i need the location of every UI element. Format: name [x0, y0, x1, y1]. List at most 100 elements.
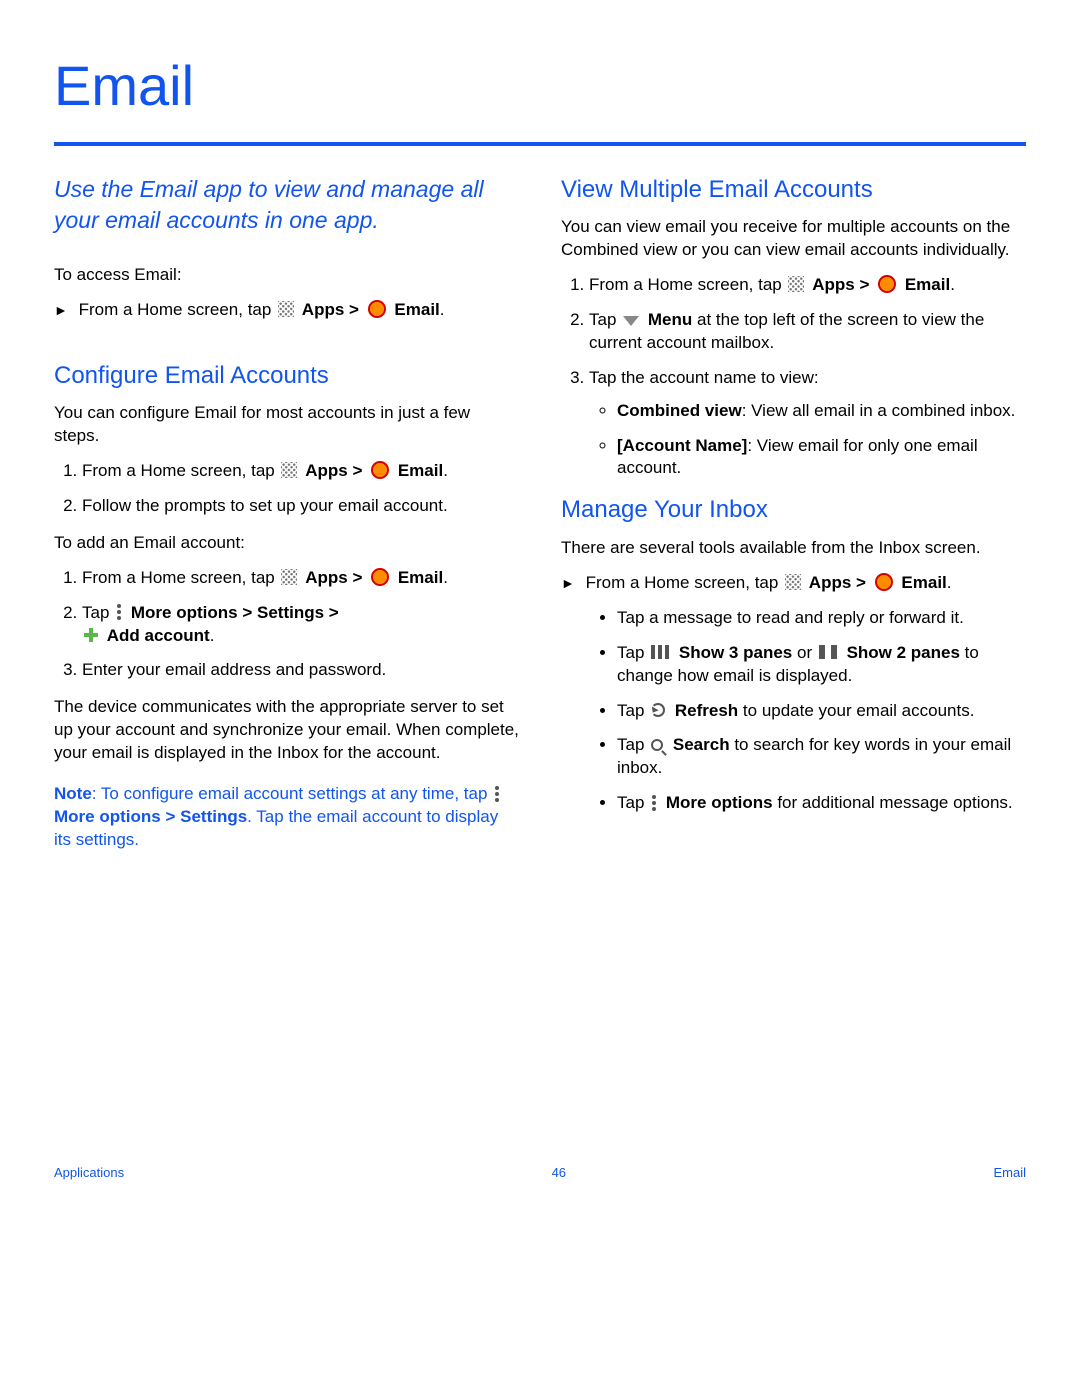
list-item: Enter your email address and password.	[82, 659, 519, 682]
apps-label: Apps	[302, 300, 345, 319]
email-label: Email	[394, 300, 439, 319]
gt: >	[859, 275, 874, 294]
apps-label: Apps	[809, 573, 852, 592]
text: Tap	[617, 735, 649, 754]
note-text-a: : To configure email account settings at…	[92, 784, 492, 803]
show-3-panes-label: Show 3 panes	[679, 643, 792, 662]
text: Tap the account name to view:	[589, 368, 819, 387]
text: From a Home screen, tap	[79, 300, 276, 319]
text: From a Home screen, tap	[82, 568, 279, 587]
text: Tap	[617, 793, 649, 812]
more-options-icon	[652, 795, 656, 811]
plus-icon	[84, 628, 98, 642]
apps-grid-icon	[788, 276, 804, 292]
configure-intro: You can configure Email for most account…	[54, 402, 519, 448]
configure-heading: Configure Email Accounts	[54, 360, 519, 392]
view-heading: View Multiple Email Accounts	[561, 174, 1026, 206]
list-item: Tap a message to read and reply or forwa…	[617, 607, 1026, 630]
email-label: Email	[901, 573, 946, 592]
two-panes-icon	[819, 645, 837, 659]
period: .	[947, 573, 952, 592]
email-label: Email	[398, 568, 443, 587]
footer-left: Applications	[54, 1164, 124, 1182]
email-app-icon	[368, 300, 386, 318]
text: Tap	[82, 603, 114, 622]
add-account-label-inline: Add account	[107, 626, 210, 645]
period: .	[210, 626, 215, 645]
device-paragraph: The device communicates with the appropr…	[54, 696, 519, 765]
list-item: Tap Search to search for key words in yo…	[617, 734, 1026, 780]
list-item: Tap the account name to view: Combined v…	[589, 367, 1026, 481]
title-rule	[54, 142, 1026, 146]
settings-label: Settings	[257, 603, 324, 622]
period: .	[440, 300, 445, 319]
apps-label: Apps	[812, 275, 855, 294]
right-column: View Multiple Email Accounts You can vie…	[561, 174, 1026, 864]
refresh-icon	[651, 703, 665, 717]
play-bullet-icon: ►	[561, 574, 575, 593]
list-item: Tap More options for additional message …	[617, 792, 1026, 815]
play-bullet-icon: ►	[54, 301, 68, 320]
manage-heading: Manage Your Inbox	[561, 494, 1026, 526]
more-options-label: More options	[666, 793, 773, 812]
gt: >	[352, 568, 367, 587]
list-item: Combined view: View all email in a combi…	[617, 400, 1026, 423]
email-label: Email	[398, 461, 443, 480]
note-label: Note	[54, 784, 92, 803]
list-item: From a Home screen, tap Apps > Email.	[82, 460, 519, 483]
more-options-icon	[495, 786, 499, 802]
account-name-label: [Account Name]	[617, 436, 747, 455]
gt: >	[165, 807, 180, 826]
text: Tap	[617, 643, 649, 662]
combined-view-label: Combined view	[617, 401, 742, 420]
view-intro: You can view email you receive for multi…	[561, 216, 1026, 262]
list-item: Follow the prompts to set up your email …	[82, 495, 519, 518]
intro-text: Use the Email app to view and manage all…	[54, 174, 519, 236]
period: .	[950, 275, 955, 294]
dropdown-menu-icon	[623, 316, 639, 326]
access-label: To access Email:	[54, 264, 519, 287]
period: .	[443, 568, 448, 587]
apps-grid-icon	[278, 301, 294, 317]
more-options-label: More options	[54, 807, 161, 826]
view-steps: From a Home screen, tap Apps > Email. Ta…	[561, 274, 1026, 481]
text: From a Home screen, tap	[82, 461, 279, 480]
footer-page-number: 46	[552, 1164, 566, 1182]
period: .	[443, 461, 448, 480]
gt: >	[352, 461, 367, 480]
list-item: Tap Menu at the top left of the screen t…	[589, 309, 1026, 355]
text: or	[797, 643, 817, 662]
menu-label: Menu	[648, 310, 692, 329]
text: Tap	[617, 701, 649, 720]
list-item: Tap More options > Settings > Add accoun…	[82, 602, 519, 648]
page-title: Email	[54, 48, 1026, 124]
list-item: Tap Show 3 panes or Show 2 panes to chan…	[617, 642, 1026, 688]
apps-label: Apps	[305, 568, 348, 587]
search-icon	[651, 739, 663, 751]
text: : View all email in a combined inbox.	[742, 401, 1016, 420]
three-panes-icon	[651, 645, 669, 659]
text: to update your email accounts.	[743, 701, 975, 720]
footer-right: Email	[993, 1164, 1026, 1182]
text: From a Home screen, tap	[586, 573, 783, 592]
apps-grid-icon	[785, 574, 801, 590]
content-columns: Use the Email app to view and manage all…	[54, 174, 1026, 864]
list-item: From a Home screen, tap Apps > Email.	[82, 567, 519, 590]
note-paragraph: Note: To configure email account setting…	[54, 783, 519, 852]
access-step: ► From a Home screen, tap Apps > Email.	[54, 299, 519, 322]
list-item: [Account Name]: View email for only one …	[617, 435, 1026, 481]
apps-label: Apps	[305, 461, 348, 480]
email-app-icon	[371, 461, 389, 479]
text: From a Home screen, tap	[589, 275, 786, 294]
email-label: Email	[905, 275, 950, 294]
gt: >	[856, 573, 871, 592]
show-2-panes-label: Show 2 panes	[847, 643, 960, 662]
manage-bullets: Tap a message to read and reply or forwa…	[561, 607, 1026, 816]
email-app-icon	[878, 275, 896, 293]
more-options-label: More options	[131, 603, 238, 622]
add-account-label: To add an Email account:	[54, 532, 519, 555]
more-options-icon	[117, 604, 121, 620]
manage-step: ► From a Home screen, tap Apps > Email.	[561, 572, 1026, 595]
gt: >	[329, 603, 339, 622]
text: for additional message options.	[777, 793, 1012, 812]
